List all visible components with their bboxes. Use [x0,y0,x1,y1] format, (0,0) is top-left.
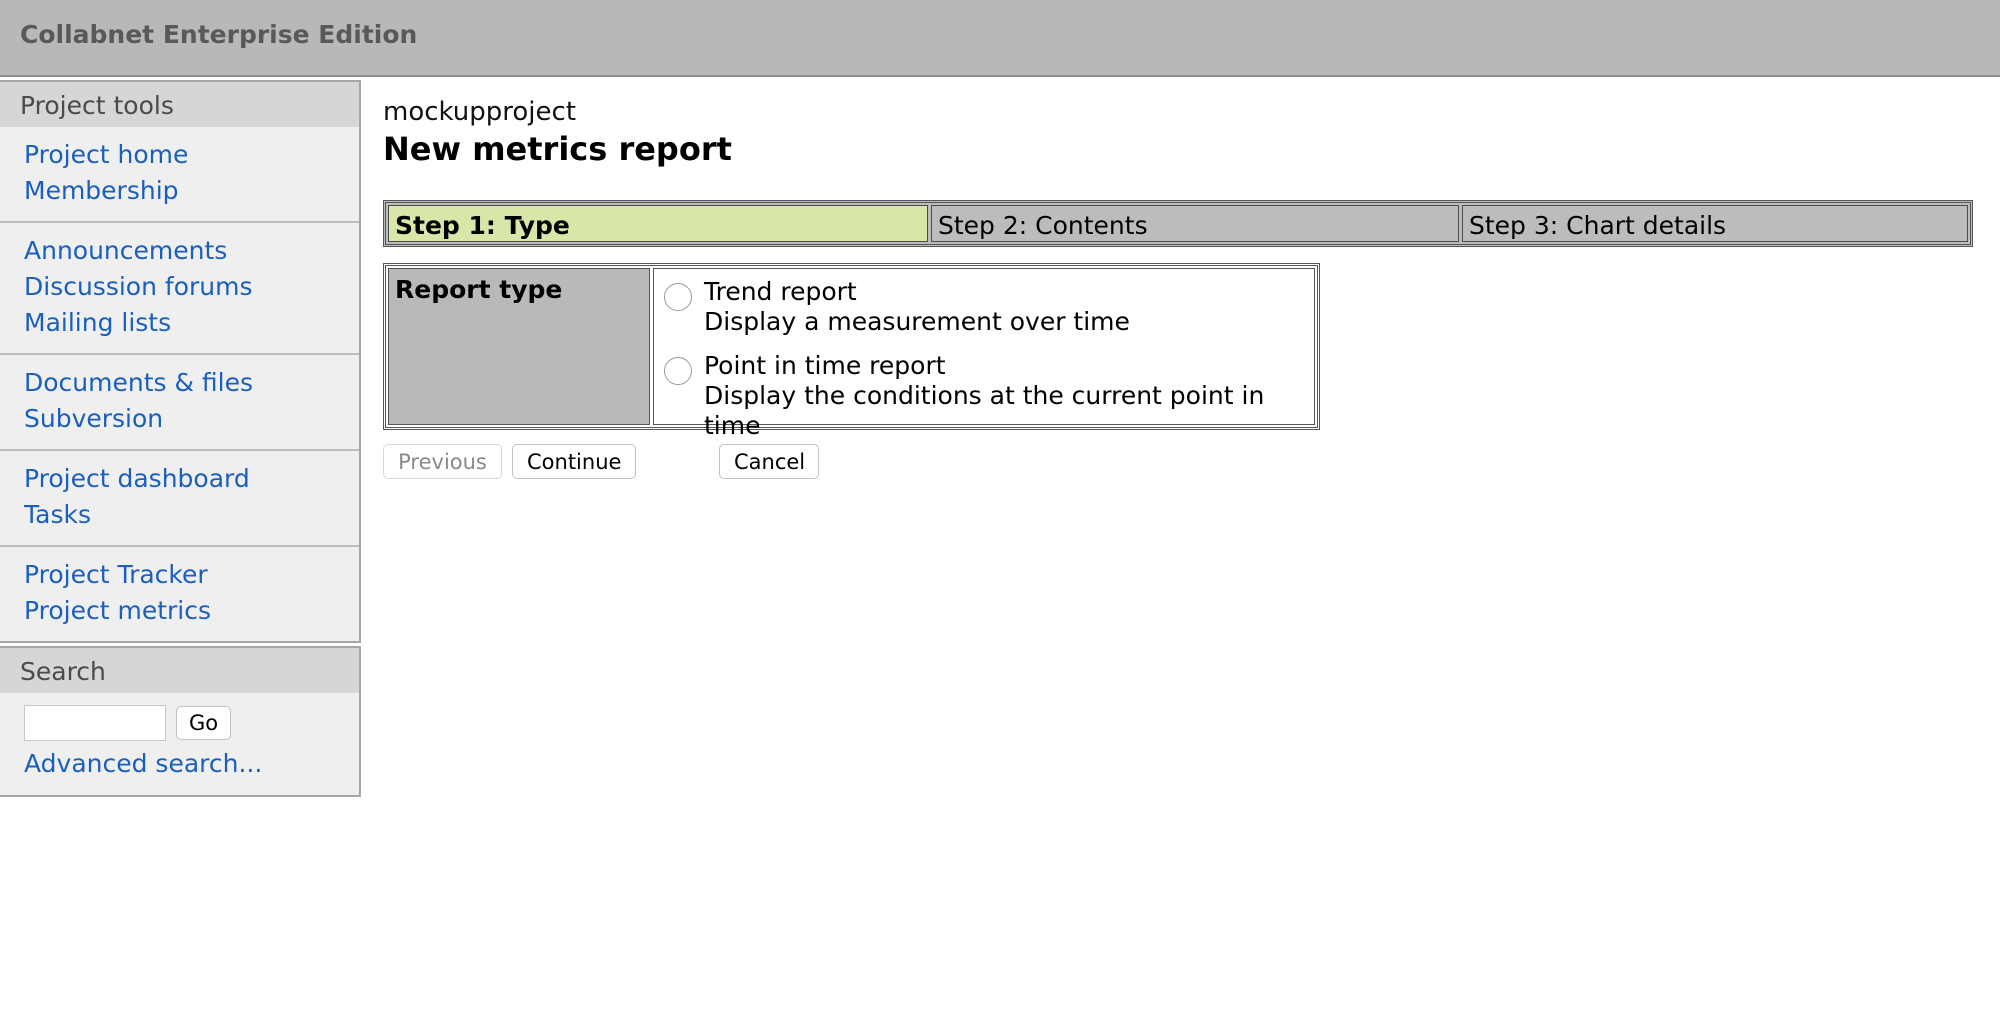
point-in-time-description: Display the conditions at the current po… [704,381,1265,440]
trend-report-title: Trend report [704,277,857,306]
sidebar: Project tools Project home Membership An… [0,80,361,797]
search-row: Go [24,703,359,743]
link-group-project: Project home Membership [0,127,359,223]
step-contents: Step 2: Contents [931,205,1459,242]
project-tools-panel: Project tools Project home Membership An… [0,80,361,643]
search-body: Go Advanced search... [0,693,359,795]
report-type-table: Report type Trend report Display a measu… [383,263,1320,440]
step-chart-details: Step 3: Chart details [1462,205,1968,242]
point-in-time-radio[interactable] [664,357,692,385]
link-discussion-forums[interactable]: Discussion forums [24,269,359,305]
point-in-time-title: Point in time report [704,351,946,380]
project-tools-header: Project tools [0,82,359,127]
link-group-communication: Announcements Discussion forums Mailing … [0,223,359,355]
page-title: New metrics report [383,130,732,168]
link-membership[interactable]: Membership [24,173,359,209]
link-project-metrics[interactable]: Project metrics [24,593,359,629]
previous-button[interactable]: Previous [383,444,502,479]
link-documents-files[interactable]: Documents & files [24,365,359,401]
wizard-steps: Step 1: Type Step 2: Contents Step 3: Ch… [383,200,1973,247]
search-panel: Search Go Advanced search... [0,646,361,797]
option-trend-report: Trend report Display a measurement over … [664,277,1314,337]
link-project-home[interactable]: Project home [24,137,359,173]
link-group-tracker: Project Tracker Project metrics [0,547,359,641]
report-type-options: Trend report Display a measurement over … [653,268,1315,440]
link-group-dashboard: Project dashboard Tasks [0,451,359,547]
app-title: Collabnet Enterprise Edition [20,20,418,49]
cancel-button[interactable]: Cancel [719,444,819,479]
project-name: mockupproject [383,97,577,127]
step-type: Step 1: Type [388,205,928,242]
trend-report-radio[interactable] [664,283,692,311]
advanced-search-link[interactable]: Advanced search... [24,747,359,781]
go-button[interactable]: Go [176,706,232,740]
option-point-in-time-report: Point in time report Display the conditi… [664,351,1314,441]
link-group-files: Documents & files Subversion [0,355,359,451]
search-input[interactable] [24,705,166,741]
search-header: Search [0,648,359,693]
link-project-tracker[interactable]: Project Tracker [24,557,359,593]
report-type-label: Report type [388,268,650,425]
wizard-actions: Previous Continue Cancel [383,444,819,479]
link-project-dashboard[interactable]: Project dashboard [24,461,359,497]
continue-button[interactable]: Continue [512,444,636,479]
main-content: mockupproject New metrics report Step 1:… [383,96,1973,479]
trend-report-description: Display a measurement over time [704,307,1130,336]
link-announcements[interactable]: Announcements [24,233,359,269]
link-tasks[interactable]: Tasks [24,497,359,533]
link-subversion[interactable]: Subversion [24,401,359,437]
app-header: Collabnet Enterprise Edition [0,0,2000,77]
link-mailing-lists[interactable]: Mailing lists [24,305,359,341]
